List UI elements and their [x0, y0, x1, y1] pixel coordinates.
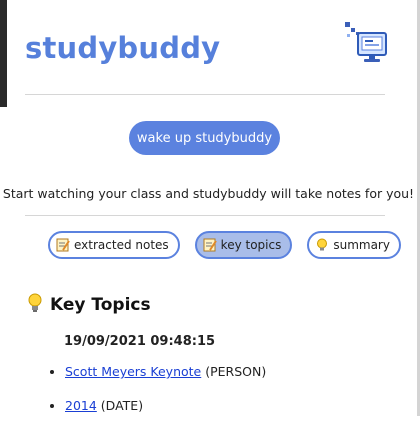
lightbulb-icon — [315, 238, 329, 252]
topic-type: (PERSON) — [205, 364, 267, 379]
header-divider — [25, 94, 385, 95]
tab-extracted-notes[interactable]: extracted notes — [48, 231, 180, 259]
section-header: Key Topics — [26, 293, 151, 317]
topic-link[interactable]: Scott Meyers Keynote — [65, 364, 201, 379]
tab-bar: extracted notes key topics summary — [48, 231, 401, 259]
tab-summary[interactable]: summary — [307, 231, 401, 259]
list-item: 2014 (DATE) — [65, 398, 266, 414]
wake-up-button[interactable]: wake up studybuddy — [129, 121, 280, 155]
timestamp: 19/09/2021 09:48:15 — [64, 334, 216, 349]
tagline: Start watching your class and studybuddy… — [2, 186, 415, 201]
tab-label: summary — [333, 238, 390, 252]
memo-icon — [203, 238, 217, 252]
topic-list: Scott Meyers Keynote (PERSON) 2014 (DATE… — [47, 364, 266, 432]
tab-label: extracted notes — [74, 238, 169, 252]
app-title: studybuddy — [25, 31, 221, 65]
tagline-divider — [25, 215, 385, 216]
section-title: Key Topics — [50, 295, 151, 315]
tab-key-topics[interactable]: key topics — [194, 231, 293, 259]
list-item: Scott Meyers Keynote (PERSON) — [65, 364, 266, 380]
computer-monitor-icon — [343, 21, 389, 63]
topic-link[interactable]: 2014 — [65, 398, 97, 413]
topic-type: (DATE) — [100, 398, 144, 413]
window-edge — [0, 0, 7, 107]
lightbulb-icon — [26, 293, 44, 317]
memo-icon — [56, 238, 70, 252]
tab-label: key topics — [220, 238, 282, 252]
